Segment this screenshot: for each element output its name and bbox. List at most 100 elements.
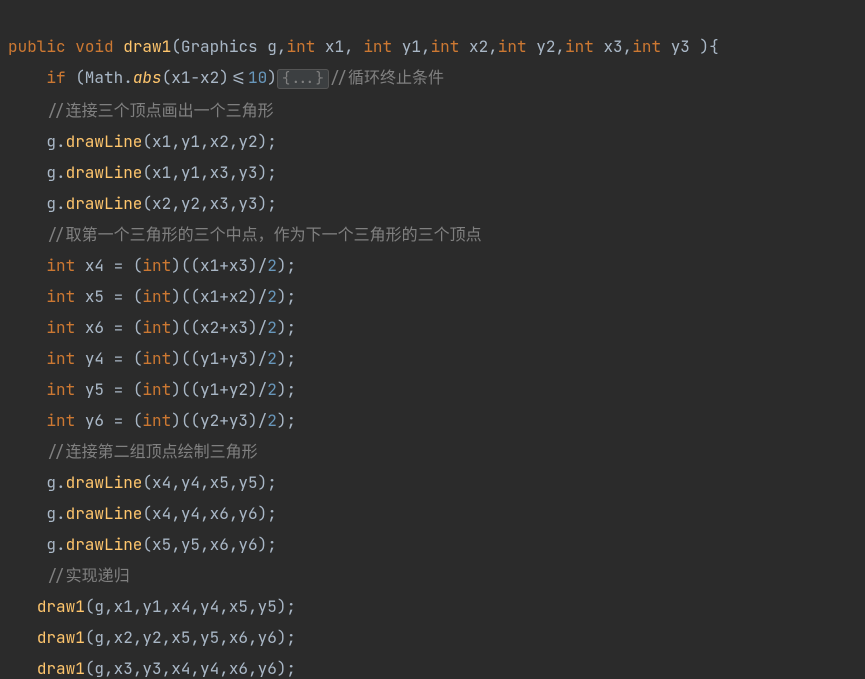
args: (g,x2,y2,x5,y5,x6,y6); [85,627,296,648]
text: ); [277,410,296,431]
text: x6 = ( [75,317,142,338]
args: (x4,y4,x5,y5); [142,472,276,493]
line-19: draw1(g,x1,y1,x4,y4,x5,y5); [8,596,296,617]
cast-int: int [142,317,171,338]
keyword-int: int [632,36,661,57]
keyword-public: public [8,36,66,57]
line-16: g.drawLine(x4,y4,x6,y6); [8,503,277,524]
line-8: int x4 = (int)((x1+x3)/2); [8,255,296,276]
text: ); [277,317,296,338]
line-9: int x5 = (int)((x1+x2)/2); [8,286,296,307]
text: )((x1+x2)/ [171,286,267,307]
method-call: draw1 [37,658,85,679]
args: (x2,y2,x3,y3); [142,193,276,214]
number-literal: 2 [267,255,277,276]
text: ) [267,67,277,88]
line-13: int y6 = (int)((y2+y3)/2); [8,410,296,431]
line-7: //取第一个三角形的三个中点，作为下一个三角形的三个顶点 [8,224,482,245]
text: g. [46,534,65,555]
keyword-int: int [46,348,75,369]
method-call: draw1 [37,596,85,617]
line-1: public void draw1(Graphics g,int x1, int… [8,36,719,57]
line-20: draw1(g,x2,y2,x5,y5,x6,y6); [8,627,296,648]
line-12: int y5 = (int)((y1+y2)/2); [8,379,296,400]
keyword-void: void [75,36,113,57]
keyword-int: int [431,36,460,57]
keyword-int: int [363,36,392,57]
comment: //实现递归 [46,565,129,586]
comment: //连接三个顶点画出一个三角形 [46,100,273,121]
keyword-if: if [46,67,65,88]
method-call: drawLine [66,162,143,183]
method-name: draw1 [123,36,171,57]
comment: //取第一个三角形的三个中点，作为下一个三角形的三个顶点 [46,224,481,245]
comment: //连接第二组顶点绘制三角形 [46,441,257,462]
code-editor[interactable]: public void draw1(Graphics g,int x1, int… [0,0,865,679]
method-call: drawLine [66,534,143,555]
line-18: //实现递归 [8,565,130,586]
method-call: drawLine [66,131,143,152]
line-4: g.drawLine(x1,y1,x2,y2); [8,131,277,152]
line-2: if (Math.abs(x1-x2)<=10){...}//循环终止条件 [8,67,444,88]
text: )((y1+y2)/ [171,379,267,400]
cast-int: int [142,348,171,369]
code-fold-marker[interactable]: {...} [277,69,329,89]
cast-int: int [142,410,171,431]
static-method-abs: abs [133,67,162,88]
cast-int: int [142,379,171,400]
cast-int: int [142,255,171,276]
line-15: g.drawLine(x4,y4,x5,y5); [8,472,277,493]
text: g. [46,503,65,524]
line-21: draw1(g,x3,y3,x4,y4,x6,y6); [8,658,296,679]
param-y1: y1 [402,36,421,57]
method-call: drawLine [66,503,143,524]
param-g: g [267,36,277,57]
line-5: g.drawLine(x1,y1,x3,y3); [8,162,277,183]
param-y3: y3 [671,36,690,57]
number-literal: 2 [267,410,277,431]
line-11: int y4 = (int)((y1+y3)/2); [8,348,296,369]
paren-close: ){ [690,36,719,57]
text: g. [46,472,65,493]
text: g. [46,162,65,183]
param-x2: x2 [469,36,488,57]
number-literal: 2 [267,317,277,338]
keyword-int: int [565,36,594,57]
keyword-int: int [498,36,527,57]
text: (x1-x2)<= [162,67,248,88]
text: y5 = ( [75,379,142,400]
args: (x4,y4,x6,y6); [142,503,276,524]
text: )((y2+y3)/ [171,410,267,431]
number-literal: 2 [267,348,277,369]
text: g. [46,131,65,152]
text: )((x1+x3)/ [171,255,267,276]
args: (x1,y1,x3,y3); [142,162,276,183]
number-literal: 2 [267,379,277,400]
text: )((y1+y3)/ [171,348,267,369]
param-x1: x1 [325,36,344,57]
number-literal: 10 [248,67,267,88]
keyword-int: int [287,36,316,57]
comment: //循环终止条件 [329,67,444,88]
method-call: drawLine [66,472,143,493]
args: (g,x1,y1,x4,y4,x5,y5); [85,596,296,617]
text: ); [277,255,296,276]
line-3: //连接三个顶点画出一个三角形 [8,100,274,121]
text: g. [46,193,65,214]
text: (Math. [66,67,133,88]
text: ); [277,348,296,369]
param-x3: x3 [603,36,622,57]
text: ); [277,379,296,400]
method-call: drawLine [66,193,143,214]
text: y4 = ( [75,348,142,369]
text: )((x2+x3)/ [171,317,267,338]
text: x5 = ( [75,286,142,307]
keyword-int: int [46,317,75,338]
text: x4 = ( [75,255,142,276]
keyword-int: int [46,286,75,307]
args: (x1,y1,x2,y2); [142,131,276,152]
type-graphics: Graphics [181,36,258,57]
number-literal: 2 [267,286,277,307]
keyword-int: int [46,410,75,431]
keyword-int: int [46,379,75,400]
